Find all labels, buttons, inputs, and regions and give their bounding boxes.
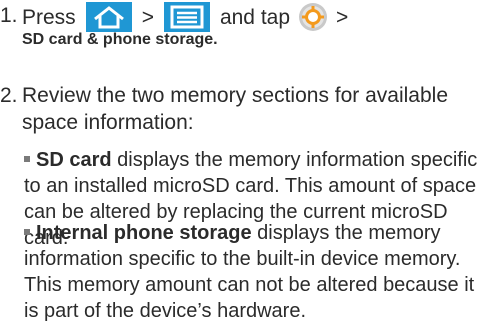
- bullet-term: SD card: [36, 149, 112, 171]
- step-number: 1.: [0, 4, 18, 27]
- menu-icon: [163, 2, 210, 32]
- separator: >: [141, 5, 154, 29]
- and-tap-text: and tap: [219, 5, 291, 29]
- home-icon: [85, 2, 132, 32]
- separator: >: [336, 5, 349, 29]
- bullet-internal-storage: Internal phone storage displays the memo…: [24, 220, 479, 324]
- press-text: Press: [22, 5, 76, 29]
- bullet-marker: [24, 155, 30, 162]
- bullet-term: Internal phone storage: [36, 222, 252, 244]
- settings-icon: [298, 2, 328, 32]
- bullet-marker: [24, 228, 30, 235]
- step-2-text: Review the two memory sections for avail…: [22, 84, 449, 134]
- step-1-instruction: Press > and tap >: [22, 2, 348, 32]
- step-number: 2.: [0, 84, 18, 107]
- destination-label: SD card & phone storage.: [22, 31, 218, 48]
